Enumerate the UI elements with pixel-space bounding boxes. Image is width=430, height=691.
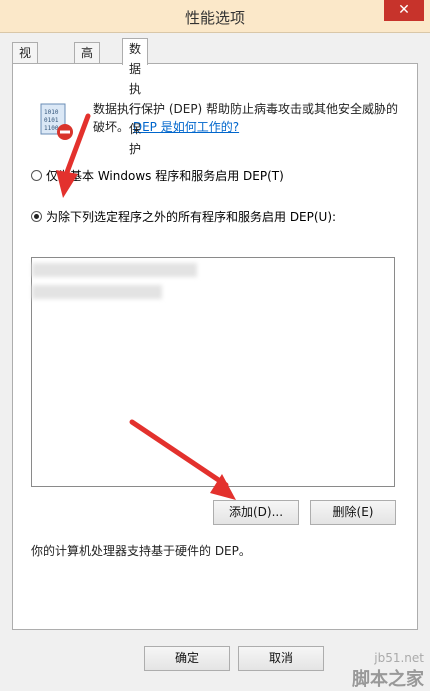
dep-help-link[interactable]: DEP 是如何工作的? [133,120,239,134]
ok-button[interactable]: 确定 [144,646,230,671]
tab-dep[interactable]: 数据执行保护 [122,38,149,156]
close-button[interactable]: ✕ [384,0,424,21]
dep-panel: 1010 0101 1100 数据执行保护 (DEP) 帮助防止病毒攻击或其他安… [12,63,418,630]
radio-label: 仅为基本 Windows 程序和服务启用 DEP(T) [46,168,284,183]
radio-label: 为除下列选定程序之外的所有程序和服务启用 DEP(U): [46,209,337,224]
radio-button-selected[interactable] [31,210,42,222]
radio-button[interactable] [31,169,42,181]
svg-text:0101: 0101 [44,117,59,124]
add-button[interactable]: 添加(D)... [213,500,299,525]
dep-shield-icon: 1010 0101 1100 [40,103,73,140]
remove-button[interactable]: 删除(E) [310,500,396,525]
watermark-site: jb51.net [374,651,424,665]
watermark-name: 脚本之家 [352,669,424,690]
blurred-list-item [32,263,197,277]
excluded-programs-list[interactable] [31,257,395,487]
radio-all-except[interactable]: 为除下列选定程序之外的所有程序和服务启用 DEP(U): [31,207,336,225]
svg-text:1100: 1100 [44,125,59,132]
window-title: 性能选项 [184,9,245,27]
hardware-dep-status: 你的计算机处理器支持基于硬件的 DEP。 [31,544,251,558]
title-bar: 性能选项 ✕ [0,0,430,33]
tab-visual-effects[interactable]: 视觉效果 [12,42,39,120]
cancel-button[interactable]: 取消 [238,646,324,671]
radio-essential-only[interactable]: 仅为基本 Windows 程序和服务启用 DEP(T) [31,166,284,184]
svg-text:1010: 1010 [44,109,59,116]
blurred-list-item [32,285,162,299]
tab-advanced[interactable]: 高级 [74,42,101,80]
